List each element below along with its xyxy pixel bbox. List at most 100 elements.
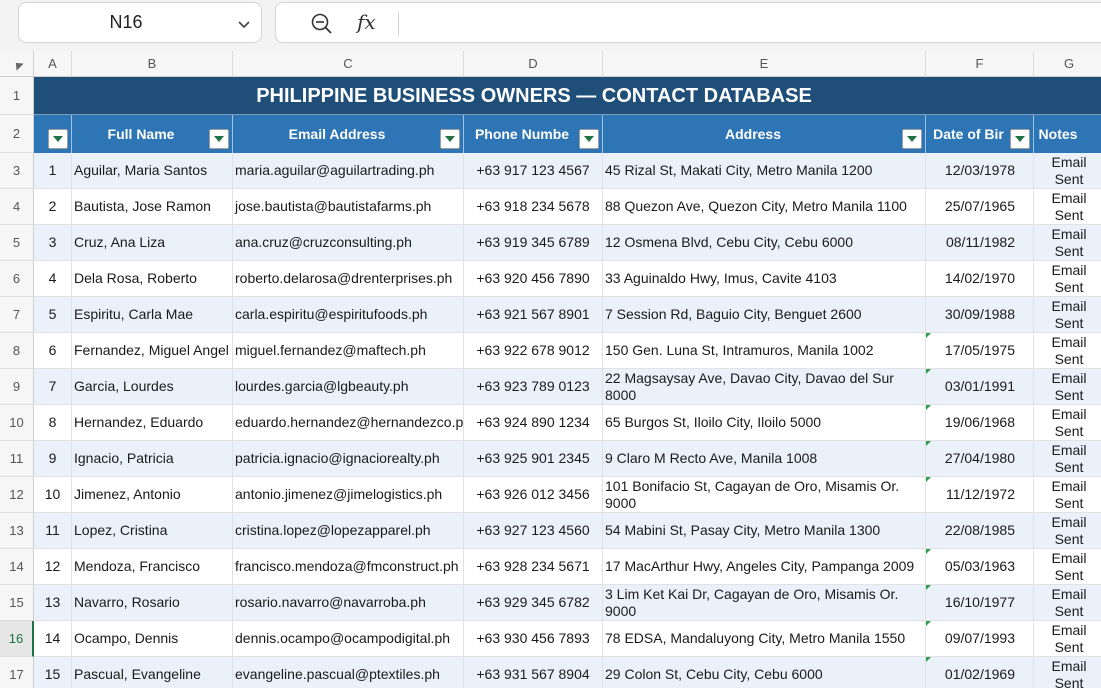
column-header-f[interactable]: F — [926, 51, 1034, 77]
cell-name[interactable]: Lopez, Cristina — [72, 513, 233, 549]
cell-address[interactable]: 150 Gen. Luna St, Intramuros, Manila 100… — [603, 333, 926, 369]
cell-address[interactable]: 12 Osmena Blvd, Cebu City, Cebu 6000 — [603, 225, 926, 261]
cell-notes[interactable]: Email Sent — [1034, 261, 1101, 297]
row-header-7[interactable]: 7 — [0, 297, 34, 333]
chevron-down-icon[interactable] — [236, 16, 252, 32]
cell-num[interactable]: 11 — [34, 513, 72, 549]
cell-num[interactable]: 6 — [34, 333, 72, 369]
row-header-13[interactable]: 13 — [0, 513, 34, 549]
cell-name[interactable]: Bautista, Jose Ramon — [72, 189, 233, 225]
row-header-8[interactable]: 8 — [0, 333, 34, 369]
cell-email[interactable]: francisco.mendoza@fmconstruct.ph — [233, 549, 464, 585]
cell-address[interactable]: 3 Lim Ket Kai Dr, Cagayan de Oro, Misami… — [603, 585, 926, 621]
column-header-g[interactable]: G — [1034, 51, 1101, 77]
cell-email[interactable]: roberto.delarosa@drenterprises.ph — [233, 261, 464, 297]
cell-notes[interactable]: Email Sent — [1034, 657, 1101, 688]
header-name[interactable]: Full Name — [72, 115, 233, 153]
cell-notes[interactable]: Email Sent — [1034, 297, 1101, 333]
row-header-17[interactable]: 17 — [0, 657, 34, 688]
cell-notes[interactable]: Email Sent — [1034, 225, 1101, 261]
row-header-4[interactable]: 4 — [0, 189, 34, 225]
header-num[interactable]: # — [34, 115, 72, 153]
cell-address[interactable]: 54 Mabini St, Pasay City, Metro Manila 1… — [603, 513, 926, 549]
cell-phone[interactable]: +63 928 234 5671 — [464, 549, 603, 585]
cell-name[interactable]: Ocampo, Dennis — [72, 621, 233, 657]
row-header-6[interactable]: 6 — [0, 261, 34, 297]
filter-dropdown-icon[interactable] — [579, 129, 599, 149]
cell-notes[interactable]: Email Sent — [1034, 189, 1101, 225]
cell-notes[interactable]: Email Sent — [1034, 153, 1101, 189]
cell-phone[interactable]: +63 917 123 4567 — [464, 153, 603, 189]
cell-num[interactable]: 12 — [34, 549, 72, 585]
cell-num[interactable]: 9 — [34, 441, 72, 477]
cell-notes[interactable]: Email Sent — [1034, 405, 1101, 441]
cell-address[interactable]: 65 Burgos St, Iloilo City, Iloilo 5000 — [603, 405, 926, 441]
cell-address[interactable]: 45 Rizal St, Makati City, Metro Manila 1… — [603, 153, 926, 189]
row-header-15[interactable]: 15 — [0, 585, 34, 621]
header-dob[interactable]: Date of Bir — [926, 115, 1034, 153]
cell-name[interactable]: Espiritu, Carla Mae — [72, 297, 233, 333]
cell-email[interactable]: miguel.fernandez@maftech.ph — [233, 333, 464, 369]
row-header-5[interactable]: 5 — [0, 225, 34, 261]
column-header-d[interactable]: D — [464, 51, 603, 77]
cell-notes[interactable]: Email Sent — [1034, 513, 1101, 549]
cell-email[interactable]: rosario.navarro@navarroba.ph — [233, 585, 464, 621]
cell-address[interactable]: 101 Bonifacio St, Cagayan de Oro, Misami… — [603, 477, 926, 513]
cell-phone[interactable]: +63 926 012 3456 — [464, 477, 603, 513]
cell-num[interactable]: 4 — [34, 261, 72, 297]
cell-notes[interactable]: Email Sent — [1034, 549, 1101, 585]
cell-num[interactable]: 13 — [34, 585, 72, 621]
cell-dob[interactable]: 19/06/1968 — [926, 405, 1034, 441]
cell-name[interactable]: Dela Rosa, Roberto — [72, 261, 233, 297]
cell-name[interactable]: Cruz, Ana Liza — [72, 225, 233, 261]
filter-dropdown-icon[interactable] — [1010, 129, 1030, 149]
select-all-corner[interactable] — [0, 51, 34, 77]
header-email[interactable]: Email Address — [233, 115, 464, 153]
column-header-e[interactable]: E — [603, 51, 926, 77]
cell-notes[interactable]: Email Sent — [1034, 621, 1101, 657]
cell-name[interactable]: Aguilar, Maria Santos — [72, 153, 233, 189]
cell-email[interactable]: evangeline.pascual@ptextiles.ph — [233, 657, 464, 688]
cell-num[interactable]: 10 — [34, 477, 72, 513]
cell-dob[interactable]: 01/02/1969 — [926, 657, 1034, 688]
row-header-12[interactable]: 12 — [0, 477, 34, 513]
cell-phone[interactable]: +63 923 789 0123 — [464, 369, 603, 405]
cell-address[interactable]: 88 Quezon Ave, Quezon City, Metro Manila… — [603, 189, 926, 225]
cell-notes[interactable]: Email Sent — [1034, 333, 1101, 369]
cell-dob[interactable]: 30/09/1988 — [926, 297, 1034, 333]
cell-notes[interactable]: Email Sent — [1034, 441, 1101, 477]
zoom-out-icon[interactable] — [310, 12, 334, 36]
cell-phone[interactable]: +63 924 890 1234 — [464, 405, 603, 441]
row-header-3[interactable]: 3 — [0, 153, 34, 189]
cell-dob[interactable]: 16/10/1977 — [926, 585, 1034, 621]
row-header-10[interactable]: 10 — [0, 405, 34, 441]
cell-address[interactable]: 78 EDSA, Mandaluyong City, Metro Manila … — [603, 621, 926, 657]
cell-phone[interactable]: +63 925 901 2345 — [464, 441, 603, 477]
cell-dob[interactable]: 22/08/1985 — [926, 513, 1034, 549]
cell-phone[interactable]: +63 929 345 6782 — [464, 585, 603, 621]
cell-address[interactable]: 7 Session Rd, Baguio City, Benguet 2600 — [603, 297, 926, 333]
row-header-16[interactable]: 16 — [0, 621, 34, 657]
filter-dropdown-icon[interactable] — [48, 129, 68, 149]
title-cell[interactable]: PHILIPPINE BUSINESS OWNERS — CONTACT DAT… — [34, 77, 1101, 115]
cell-dob[interactable]: 03/01/1991 — [926, 369, 1034, 405]
column-header-a[interactable]: A — [34, 51, 72, 77]
cell-phone[interactable]: +63 918 234 5678 — [464, 189, 603, 225]
cell-address[interactable]: 33 Aguinaldo Hwy, Imus, Cavite 4103 — [603, 261, 926, 297]
cell-address[interactable]: 17 MacArthur Hwy, Angeles City, Pampanga… — [603, 549, 926, 585]
fx-icon[interactable]: fx — [357, 10, 376, 34]
cell-email[interactable]: maria.aguilar@aguilartrading.ph — [233, 153, 464, 189]
cell-dob[interactable]: 09/07/1993 — [926, 621, 1034, 657]
cell-email[interactable]: cristina.lopez@lopezapparel.ph — [233, 513, 464, 549]
cell-num[interactable]: 7 — [34, 369, 72, 405]
column-header-b[interactable]: B — [72, 51, 233, 77]
cell-email[interactable]: patricia.ignacio@ignaciorealty.ph — [233, 441, 464, 477]
cell-notes[interactable]: Email Sent — [1034, 369, 1101, 405]
cell-dob[interactable]: 08/11/1982 — [926, 225, 1034, 261]
cell-phone[interactable]: +63 920 456 7890 — [464, 261, 603, 297]
row-header-11[interactable]: 11 — [0, 441, 34, 477]
cell-name[interactable]: Pascual, Evangeline — [72, 657, 233, 688]
cell-phone[interactable]: +63 930 456 7893 — [464, 621, 603, 657]
header-phone[interactable]: Phone Numbe — [464, 115, 603, 153]
cell-num[interactable]: 2 — [34, 189, 72, 225]
